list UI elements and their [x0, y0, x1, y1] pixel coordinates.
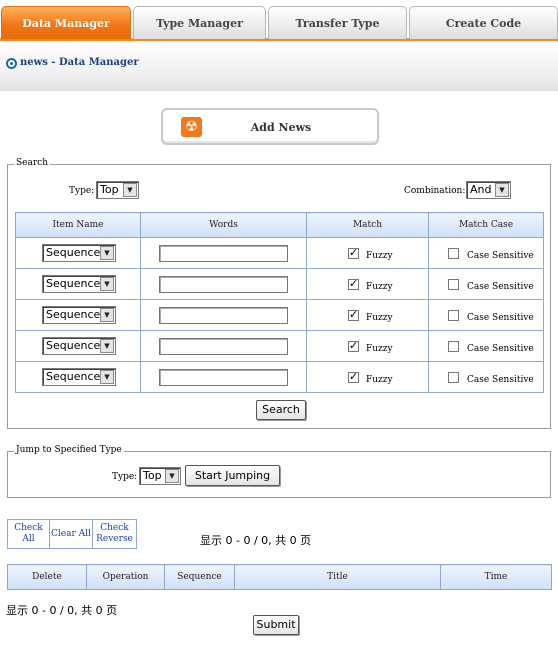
- bullet-icon: [6, 58, 17, 69]
- fuzzy-label: Fuzzy: [366, 344, 393, 354]
- column-header-title: Title: [234, 564, 441, 590]
- column-header-match-case: Match Case: [428, 212, 544, 238]
- item-name-select[interactable]: Sequence ▼: [42, 244, 116, 262]
- chevron-down-icon: ▼: [100, 308, 114, 322]
- tab-type-manager[interactable]: Type Manager: [133, 6, 266, 39]
- fuzzy-checkbox[interactable]: [348, 370, 359, 383]
- column-header-match: Match: [306, 212, 429, 238]
- breadcrumb-bar: news - Data Manager: [0, 41, 558, 91]
- words-input[interactable]: [159, 369, 288, 386]
- column-header-delete: Delete: [7, 564, 87, 590]
- pager-info-top: 显示 0 - 0 / 0, 共 0 页: [200, 534, 312, 547]
- chevron-down-icon: ▼: [123, 183, 137, 197]
- jump-type-value: Top: [143, 469, 162, 482]
- start-jumping-button[interactable]: Start Jumping: [185, 465, 280, 486]
- check-reverse-link[interactable]: Check Reverse: [93, 520, 136, 548]
- combination-select[interactable]: And ▼: [466, 181, 511, 199]
- data-list-table: Delete Operation Sequence Title Time: [7, 564, 552, 590]
- chevron-down-icon: ▼: [495, 183, 509, 197]
- clear-all-link[interactable]: Clear All: [50, 520, 93, 548]
- case-sensitive-checkbox[interactable]: [448, 248, 459, 259]
- jump-legend: Jump to Specified Type: [14, 445, 124, 455]
- item-name-select[interactable]: Sequence ▼: [42, 337, 116, 355]
- case-sensitive-label: Case Sensitive: [467, 251, 534, 261]
- search-type-label: Type:: [69, 186, 95, 196]
- search-criteria-table: Item Name Words Match Match Case Sequenc…: [15, 212, 544, 393]
- criteria-row: Sequence▼ Fuzzy Case Sensitive: [15, 268, 544, 300]
- fuzzy-label: Fuzzy: [366, 282, 393, 292]
- item-name-value: Sequence: [46, 308, 101, 321]
- submit-button[interactable]: Submit: [253, 615, 299, 635]
- criteria-row: Sequence▼ Fuzzy Case Sensitive: [15, 299, 544, 331]
- combination-label: Combination:: [404, 186, 466, 196]
- fuzzy-label: Fuzzy: [366, 313, 393, 323]
- search-legend: Search: [14, 158, 50, 168]
- case-sensitive-checkbox[interactable]: [448, 310, 459, 321]
- search-type-select[interactable]: Top ▼: [96, 181, 139, 199]
- column-header-operation: Operation: [86, 564, 165, 590]
- item-name-select[interactable]: Sequence ▼: [42, 306, 116, 324]
- item-name-value: Sequence: [46, 370, 101, 383]
- breadcrumb: news - Data Manager: [20, 57, 139, 68]
- fuzzy-label: Fuzzy: [366, 375, 393, 385]
- case-sensitive-label: Case Sensitive: [467, 282, 534, 292]
- pager-info-bottom: 显示 0 - 0 / 0, 共 0 页: [6, 604, 118, 617]
- fuzzy-checkbox[interactable]: [348, 246, 359, 259]
- case-sensitive-checkbox[interactable]: [448, 372, 459, 383]
- tab-data-manager[interactable]: Data Manager: [1, 6, 131, 39]
- case-sensitive-label: Case Sensitive: [467, 375, 534, 385]
- words-input[interactable]: [159, 276, 288, 293]
- jump-type-label: Type:: [112, 472, 138, 482]
- column-header-time: Time: [440, 564, 552, 590]
- chevron-down-icon: ▼: [165, 469, 179, 483]
- case-sensitive-label: Case Sensitive: [467, 344, 534, 354]
- tab-bar: Data Manager Type Manager Transfer Type …: [0, 0, 558, 41]
- add-news-label: Add News: [250, 121, 312, 134]
- case-sensitive-checkbox[interactable]: [448, 341, 459, 352]
- item-name-value: Sequence: [46, 277, 101, 290]
- criteria-row: Sequence▼ Fuzzy Case Sensitive: [15, 361, 544, 393]
- check-all-link[interactable]: Check All: [8, 520, 50, 548]
- item-name-value: Sequence: [46, 339, 101, 352]
- chevron-down-icon: ▼: [100, 339, 114, 353]
- words-input[interactable]: [159, 338, 288, 355]
- column-header-words: Words: [140, 212, 307, 238]
- case-sensitive-checkbox[interactable]: [448, 279, 459, 290]
- fuzzy-label: Fuzzy: [366, 251, 393, 261]
- column-header-sequence: Sequence: [164, 564, 235, 590]
- chevron-down-icon: ▼: [100, 246, 114, 260]
- words-input[interactable]: [159, 307, 288, 324]
- chevron-down-icon: ▼: [100, 370, 114, 384]
- fuzzy-checkbox[interactable]: [348, 339, 359, 352]
- item-name-value: Sequence: [46, 246, 101, 259]
- item-name-select[interactable]: Sequence ▼: [42, 368, 116, 386]
- selection-actions: Check All Clear All Check Reverse: [7, 519, 137, 549]
- fuzzy-checkbox[interactable]: [348, 308, 359, 321]
- words-input[interactable]: [159, 245, 288, 262]
- add-news-button[interactable]: ☢ Add News: [161, 108, 379, 145]
- fuzzy-checkbox[interactable]: [348, 277, 359, 290]
- search-button[interactable]: Search: [256, 400, 306, 420]
- case-sensitive-label: Case Sensitive: [467, 313, 534, 323]
- combination-value: And: [470, 183, 492, 196]
- column-header-item-name: Item Name: [15, 212, 141, 238]
- search-type-value: Top: [100, 183, 119, 196]
- tab-transfer-type[interactable]: Transfer Type: [268, 6, 407, 39]
- item-name-select[interactable]: Sequence ▼: [42, 275, 116, 293]
- jump-type-select[interactable]: Top ▼: [139, 467, 181, 485]
- criteria-row: Sequence▼ Fuzzy Case Sensitive: [15, 330, 544, 362]
- chevron-down-icon: ▼: [100, 277, 114, 291]
- tab-create-code[interactable]: Create Code: [409, 6, 558, 39]
- criteria-row: Sequence▼ Fuzzy Case Sensitive: [15, 237, 544, 269]
